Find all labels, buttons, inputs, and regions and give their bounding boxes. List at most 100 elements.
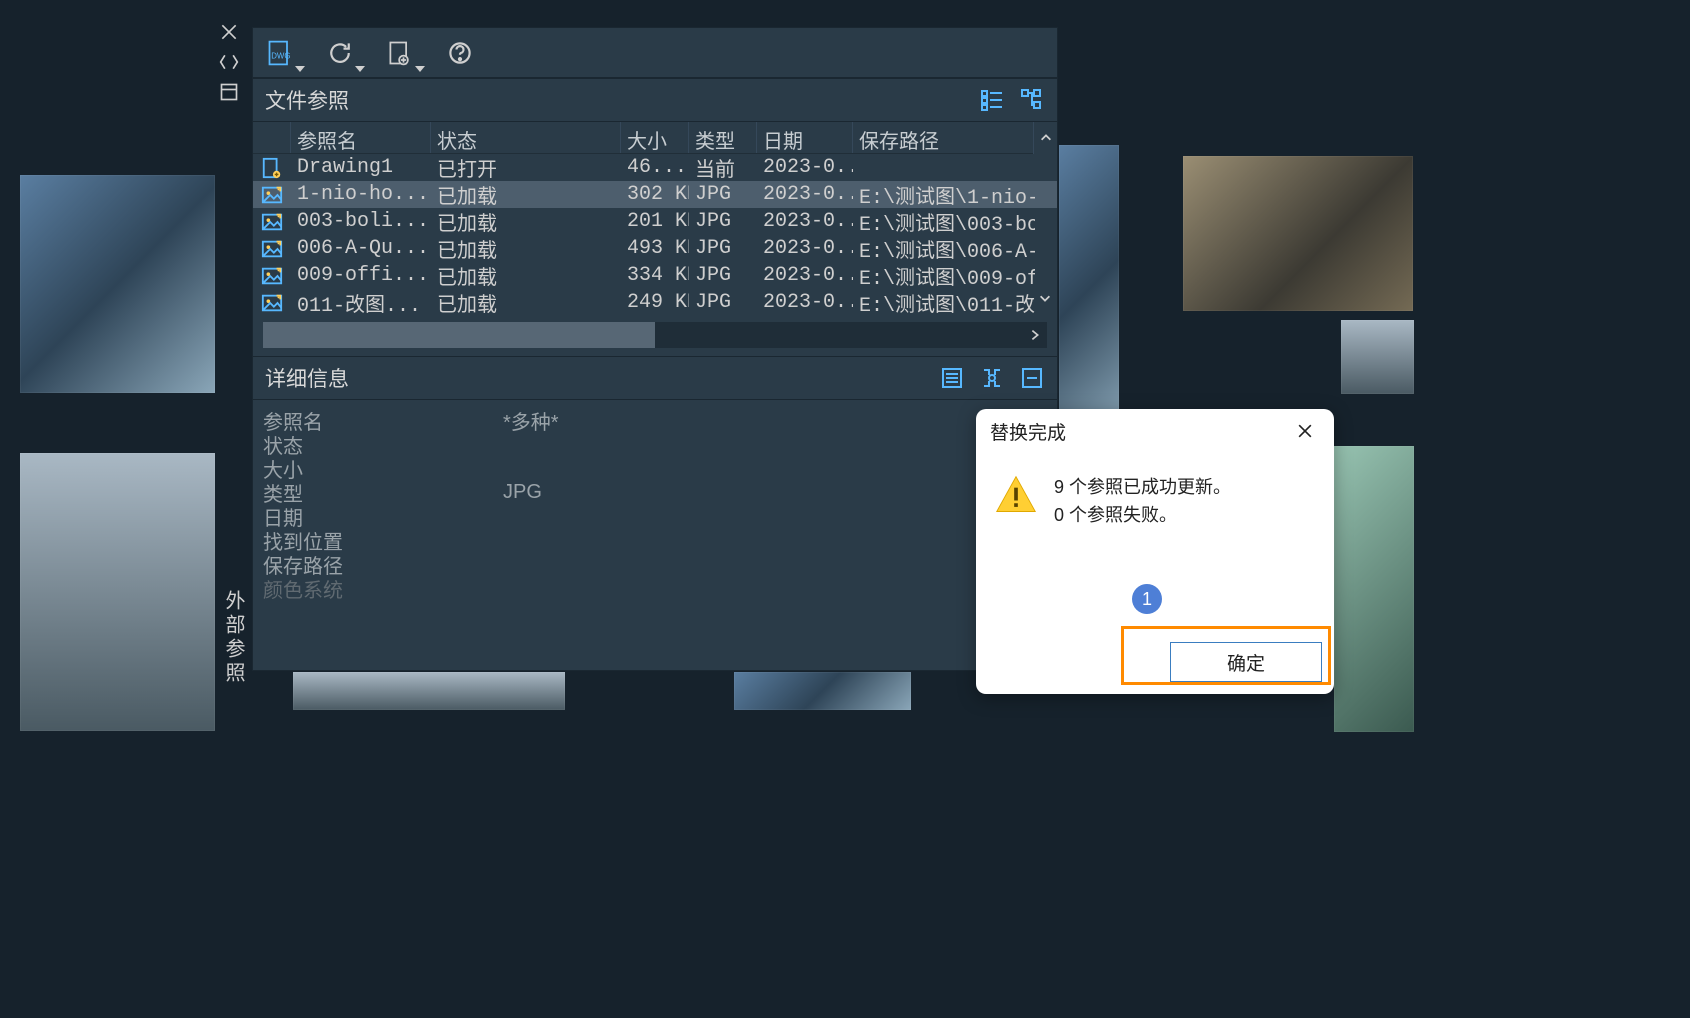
details-value: *多种* xyxy=(503,406,1047,435)
refresh-button[interactable] xyxy=(323,36,357,70)
scroll-right-button[interactable] xyxy=(1023,322,1047,348)
cell-name: Drawing1 xyxy=(291,156,431,179)
details-value: JPG xyxy=(503,481,1047,504)
details-row: 参照名*多种* xyxy=(263,406,1047,430)
chevron-down-icon xyxy=(355,66,365,72)
bg-image-2 xyxy=(20,453,215,731)
scrollbar-thumb[interactable] xyxy=(263,322,655,348)
chevron-down-icon xyxy=(295,66,305,72)
list-view-button[interactable] xyxy=(979,87,1005,113)
bg-image-3 xyxy=(1183,156,1413,311)
table-row[interactable]: 006-A-Qu...已加载493 KBJPG2023-0...E:\测试图\0… xyxy=(253,235,1057,262)
dialog-title: 替换完成 xyxy=(990,418,1066,445)
bg-image-7 xyxy=(293,672,565,710)
image-file-icon xyxy=(253,211,291,233)
cell-status: 已加载 xyxy=(431,207,621,237)
cell-type: JPG xyxy=(689,183,757,206)
help-button[interactable] xyxy=(443,36,477,70)
dock-panel-button[interactable] xyxy=(217,80,241,104)
tree-view-button[interactable] xyxy=(1019,87,1045,113)
cell-name: 1-nio-ho... xyxy=(291,183,431,206)
dwg-file-icon xyxy=(253,157,291,179)
change-path-button[interactable] xyxy=(383,36,417,70)
dialog-message: 9 个参照已成功更新。 0 个参照失败。 xyxy=(1054,473,1231,529)
col-saved-path[interactable]: 保存路径 xyxy=(853,122,1035,153)
cell-type: JPG xyxy=(689,291,757,314)
file-references-title: 文件参照 xyxy=(265,85,349,115)
file-references-header: 文件参照 xyxy=(253,78,1057,122)
replace-complete-dialog: 替换完成 9 个参照已成功更新。 0 个参照失败。 1 确定 xyxy=(976,409,1334,694)
col-date[interactable]: 日期 xyxy=(757,122,853,153)
cell-type: JPG xyxy=(689,264,757,287)
horizontal-scrollbar[interactable] xyxy=(263,322,1047,348)
cell-status: 已加载 xyxy=(431,234,621,264)
attach-dwg-button[interactable]: DWG xyxy=(263,36,297,70)
image-file-icon xyxy=(253,238,291,260)
svg-text:DWG: DWG xyxy=(271,51,290,60)
close-panel-button[interactable] xyxy=(217,20,241,44)
col-size[interactable]: 大小 xyxy=(621,122,689,153)
cell-size: 46... xyxy=(621,156,689,179)
cell-path: E:\测试图\006-A- xyxy=(853,234,1035,264)
cell-status: 已加载 xyxy=(431,180,621,210)
cell-name: 011-改图... xyxy=(291,288,431,318)
cell-status: 已加载 xyxy=(431,261,621,291)
panel-title-vertical: 外部参照 xyxy=(219,590,248,686)
details-row: 颜色系统 xyxy=(263,574,1047,598)
cell-type: 当前 xyxy=(689,153,757,183)
cell-size: 493 KB xyxy=(621,237,689,260)
details-body: 参照名*多种*状态大小类型JPG日期找到位置保存路径颜色系统 xyxy=(253,400,1057,608)
panel-side-controls xyxy=(217,20,245,104)
dialog-message-line2: 0 个参照失败。 xyxy=(1054,501,1231,529)
details-row: 保存路径 xyxy=(263,550,1047,574)
step-badge: 1 xyxy=(1132,584,1162,614)
details-row: 日期 xyxy=(263,502,1047,526)
col-icon[interactable] xyxy=(253,122,291,153)
cell-date: 2023-0... xyxy=(757,264,853,287)
cell-path: E:\测试图\009-of xyxy=(853,261,1035,291)
image-file-icon xyxy=(253,265,291,287)
cell-path: E:\测试图\011-改 xyxy=(853,288,1035,318)
cell-name: 006-A-Qu... xyxy=(291,237,431,260)
table-body: Drawing1已打开46...当前2023-0...1-nio-ho...已加… xyxy=(253,154,1057,316)
details-header: 详细信息 xyxy=(253,356,1057,400)
dialog-close-button[interactable] xyxy=(1290,416,1320,446)
cell-date: 2023-0... xyxy=(757,183,853,206)
collapse-details-button[interactable] xyxy=(1019,365,1045,391)
references-table: 参照名 状态 大小 类型 日期 保存路径 Drawing1已打开46...当前2… xyxy=(253,122,1057,316)
details-row: 类型JPG xyxy=(263,478,1047,502)
bg-image-4 xyxy=(1341,320,1414,394)
col-name[interactable]: 参照名 xyxy=(291,122,431,153)
col-type[interactable]: 类型 xyxy=(689,122,757,153)
xref-panel: DWG 文件参照 参照名 状态 xyxy=(252,27,1058,671)
cell-name: 003-boli... xyxy=(291,210,431,233)
cell-path: E:\测试图\003-bo xyxy=(853,207,1035,237)
image-file-icon xyxy=(253,184,291,206)
table-row[interactable]: 1-nio-ho...已加载302 KBJPG2023-0...E:\测试图\1… xyxy=(253,181,1057,208)
col-status[interactable]: 状态 xyxy=(431,122,621,153)
cell-date: 2023-0... xyxy=(757,156,853,179)
details-list-button[interactable] xyxy=(939,365,965,391)
cell-date: 2023-0... xyxy=(757,237,853,260)
preview-button[interactable] xyxy=(979,365,1005,391)
table-row[interactable]: Drawing1已打开46...当前2023-0... xyxy=(253,154,1057,181)
table-row[interactable]: 011-改图...已加载249 KBJPG2023-0...E:\测试图\011… xyxy=(253,289,1057,316)
cell-size: 249 KB xyxy=(621,291,689,314)
table-row[interactable]: 009-offi...已加载334 KBJPG2023-0...E:\测试图\0… xyxy=(253,262,1057,289)
scroll-up-button[interactable] xyxy=(1033,122,1057,154)
warning-icon xyxy=(994,473,1038,517)
table-header-row: 参照名 状态 大小 类型 日期 保存路径 xyxy=(253,122,1057,154)
table-row[interactable]: 003-boli...已加载201 KBJPG2023-0...E:\测试图\0… xyxy=(253,208,1057,235)
bg-image-1 xyxy=(20,175,215,393)
cell-size: 201 KB xyxy=(621,210,689,233)
ok-button[interactable]: 确定 xyxy=(1170,642,1322,682)
cell-status: 已打开 xyxy=(431,153,621,183)
cell-type: JPG xyxy=(689,237,757,260)
cell-type: JPG xyxy=(689,210,757,233)
scroll-down-button[interactable] xyxy=(1033,286,1057,310)
bg-image-8 xyxy=(734,672,911,710)
image-file-icon xyxy=(253,292,291,314)
details-row: 大小 xyxy=(263,454,1047,478)
collapse-panel-button[interactable] xyxy=(217,50,241,74)
cell-date: 2023-0... xyxy=(757,291,853,314)
